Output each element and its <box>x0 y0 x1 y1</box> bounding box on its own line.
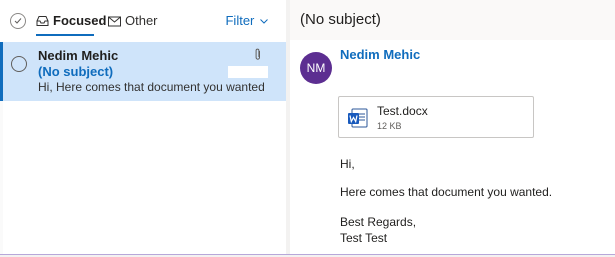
body-signature: Test Test <box>340 231 388 245</box>
sender-name[interactable]: Nedim Mehic <box>340 47 420 62</box>
avatar[interactable]: NM <box>300 52 332 84</box>
filter-label: Filter <box>225 13 255 28</box>
tab-other-label: Other <box>125 13 158 28</box>
message-select-radio[interactable] <box>11 56 27 72</box>
message-subject: (No subject) <box>38 64 114 79</box>
select-all-checkbox[interactable] <box>10 13 26 29</box>
attachment-card[interactable]: Test.docx 12 KB <box>338 96 534 138</box>
body-closing: Best Regards, <box>340 215 417 229</box>
reading-header: (No subject) <box>290 0 615 40</box>
message-preview: Hi, Here comes that document you wanted.… <box>38 80 264 94</box>
attachment-icon <box>254 48 262 66</box>
tab-focused-label: Focused <box>53 13 107 28</box>
attachment-size: 12 KB <box>377 121 402 131</box>
word-icon <box>347 107 369 134</box>
tab-focused[interactable]: Focused <box>36 12 107 36</box>
active-tab-indicator <box>36 34 94 36</box>
inbox-icon <box>36 14 49 31</box>
message-date-redacted <box>228 66 268 78</box>
inbox-tabs: Focused Other Filter <box>0 0 286 40</box>
attachment-name: Test.docx <box>377 104 428 118</box>
body-line: Here comes that document you wanted. <box>340 185 553 199</box>
selected-indicator <box>0 42 3 101</box>
check-icon <box>14 18 22 24</box>
reading-subject: (No subject) <box>300 11 381 28</box>
message-sender: Nedim Mehic <box>38 48 119 63</box>
body-greeting: Hi, <box>340 157 355 171</box>
mail-icon <box>108 14 121 31</box>
reading-pane: (No subject) NM Nedim Mehic Test.docx 12… <box>290 0 615 257</box>
message-list-item[interactable]: Nedim Mehic (No subject) Hi, Here comes … <box>0 42 286 101</box>
filter-button[interactable]: Filter <box>225 12 268 29</box>
list-edge <box>0 101 3 257</box>
message-list-pane: Focused Other Filter Nedim Mehic (No sub… <box>0 0 286 257</box>
chevron-down-icon <box>260 19 268 24</box>
tab-other[interactable]: Other <box>108 12 158 32</box>
